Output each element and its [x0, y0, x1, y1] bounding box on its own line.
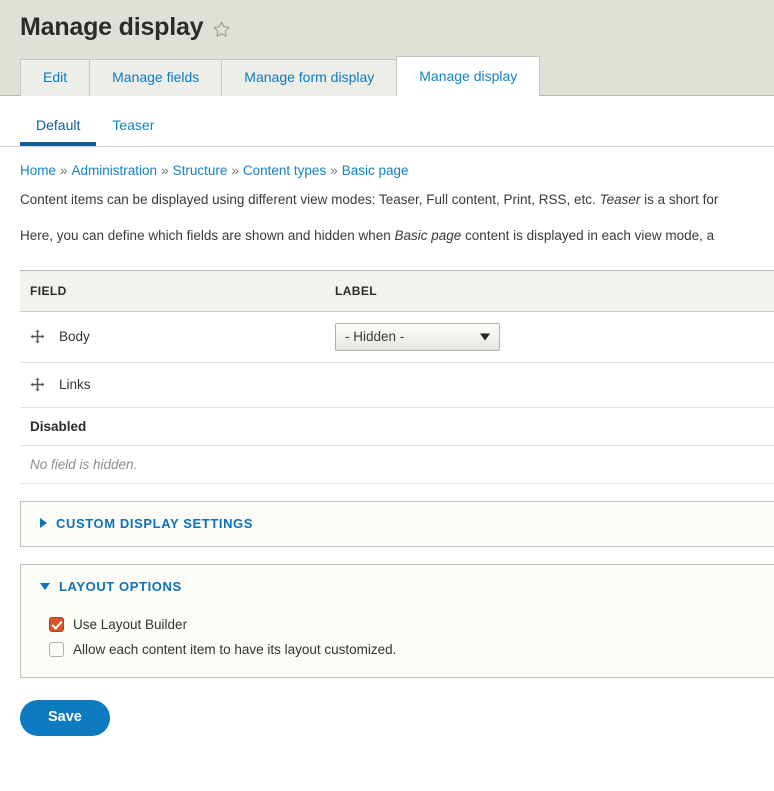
field-drag-cell: Body: [30, 329, 325, 344]
details-summary-custom-display-settings[interactable]: CUSTOM DISPLAY SETTINGS: [21, 502, 774, 546]
breadcrumb-separator: »: [231, 163, 239, 179]
details-custom-display-settings[interactable]: CUSTOM DISPLAY SETTINGS: [20, 500, 774, 547]
breadcrumb: Home» Administration» Structure» Content ty…: [0, 147, 774, 178]
save-button[interactable]: Save: [20, 699, 110, 736]
settings-cell-body: [565, 311, 774, 363]
field-label-links: Links: [59, 377, 91, 393]
checkbox-label-allow-custom-layout[interactable]: Allow each content item to have its layo…: [73, 642, 396, 657]
column-header-spacer: [565, 269, 774, 312]
field-display-table: FIELD LABEL Body - Hidden - Links Disabl…: [20, 269, 774, 484]
layout-options-body: Use Layout Builder Allow each content it…: [21, 609, 774, 677]
label-cell-links: [325, 362, 565, 408]
checkbox-row-use-layout-builder[interactable]: Use Layout Builder: [49, 616, 774, 632]
tab-edit[interactable]: Edit: [20, 58, 91, 96]
intro-text: Here, you can define which fields are sh…: [20, 227, 395, 243]
breadcrumb-item-structure[interactable]: Structure: [173, 163, 228, 178]
checkbox-use-layout-builder[interactable]: [49, 616, 64, 632]
breadcrumb-separator: »: [161, 163, 169, 179]
star-outline-icon[interactable]: [212, 20, 231, 39]
intro-emphasis-teaser: Teaser: [599, 192, 641, 208]
field-cell-body: Body: [20, 311, 325, 363]
label-cell-body: - Hidden -: [325, 311, 565, 363]
tab-manage-form-display[interactable]: Manage form display: [221, 58, 398, 96]
chevron-down-icon: [40, 582, 50, 590]
column-header-field: FIELD: [20, 269, 325, 312]
intro-emphasis-basic-page: Basic page: [394, 227, 462, 243]
primary-tabs: Edit Manage fields Manage form display M…: [0, 55, 774, 96]
chevron-right-icon: [40, 518, 47, 529]
breadcrumb-item-basic-page[interactable]: Basic page: [342, 163, 409, 178]
label-select-wrapper: - Hidden -: [335, 322, 500, 351]
drag-move-icon[interactable]: [30, 329, 45, 344]
checkbox-label-use-layout-builder[interactable]: Use Layout Builder: [73, 617, 187, 632]
page-title: Manage display: [20, 13, 204, 41]
drag-move-icon[interactable]: [30, 377, 45, 392]
intro-text: Content items can be displayed using dif…: [20, 192, 600, 208]
field-cell-links: Links: [20, 362, 325, 408]
breadcrumb-separator: »: [60, 163, 68, 179]
view-mode-tab-teaser[interactable]: Teaser: [96, 110, 170, 146]
intro-text: content is displayed in each view mode, …: [461, 227, 715, 243]
breadcrumb-item-administration[interactable]: Administration: [72, 163, 158, 178]
intro-paragraph-2: Here, you can define which fields are sh…: [0, 227, 774, 245]
column-header-label: LABEL: [325, 269, 565, 312]
intro-paragraph-1: Content items can be displayed using dif…: [0, 191, 774, 209]
view-mode-tabs: Default Teaser: [0, 110, 774, 148]
view-mode-tab-default[interactable]: Default: [20, 110, 97, 147]
table-row: Links: [20, 362, 774, 408]
breadcrumb-item-home[interactable]: Home: [20, 163, 56, 178]
checkbox-row-allow-custom-layout[interactable]: Allow each content item to have its layo…: [49, 641, 774, 657]
table-empty-row: No field is hidden.: [20, 445, 774, 484]
details-summary-label: LAYOUT OPTIONS: [59, 578, 182, 594]
form-actions: Save: [0, 678, 774, 736]
tab-manage-display[interactable]: Manage display: [396, 55, 541, 96]
breadcrumb-item-content-types[interactable]: Content types: [243, 163, 326, 178]
settings-cell-links: [565, 362, 774, 408]
title-row: Manage display: [0, 0, 774, 56]
empty-message: No field is hidden.: [20, 445, 774, 484]
page-header: Manage display Edit Manage fields Manage…: [0, 0, 774, 96]
field-label-body: Body: [59, 329, 90, 345]
details-summary-layout-options[interactable]: LAYOUT OPTIONS: [21, 565, 774, 609]
table-header: FIELD LABEL: [20, 269, 774, 312]
table-body: Body - Hidden - Links Disabled No field …: [20, 311, 774, 484]
field-drag-cell: Links: [30, 377, 325, 392]
table-region-row-disabled: Disabled: [20, 407, 774, 446]
intro-text: is a short for: [640, 192, 719, 208]
region-label-disabled: Disabled: [20, 407, 774, 446]
breadcrumb-separator: »: [330, 163, 338, 179]
table-header-row: FIELD LABEL: [20, 269, 774, 312]
checkbox-allow-custom-layout[interactable]: [49, 641, 64, 657]
tab-manage-fields[interactable]: Manage fields: [89, 58, 223, 96]
label-select-body[interactable]: - Hidden -: [335, 322, 500, 351]
table-row: Body - Hidden -: [20, 311, 774, 363]
main-content: Default Teaser Home» Administration» Struc…: [0, 109, 774, 736]
details-summary-label: CUSTOM DISPLAY SETTINGS: [56, 515, 254, 531]
details-layout-options[interactable]: LAYOUT OPTIONS Use Layout Builder Allow …: [20, 563, 774, 678]
